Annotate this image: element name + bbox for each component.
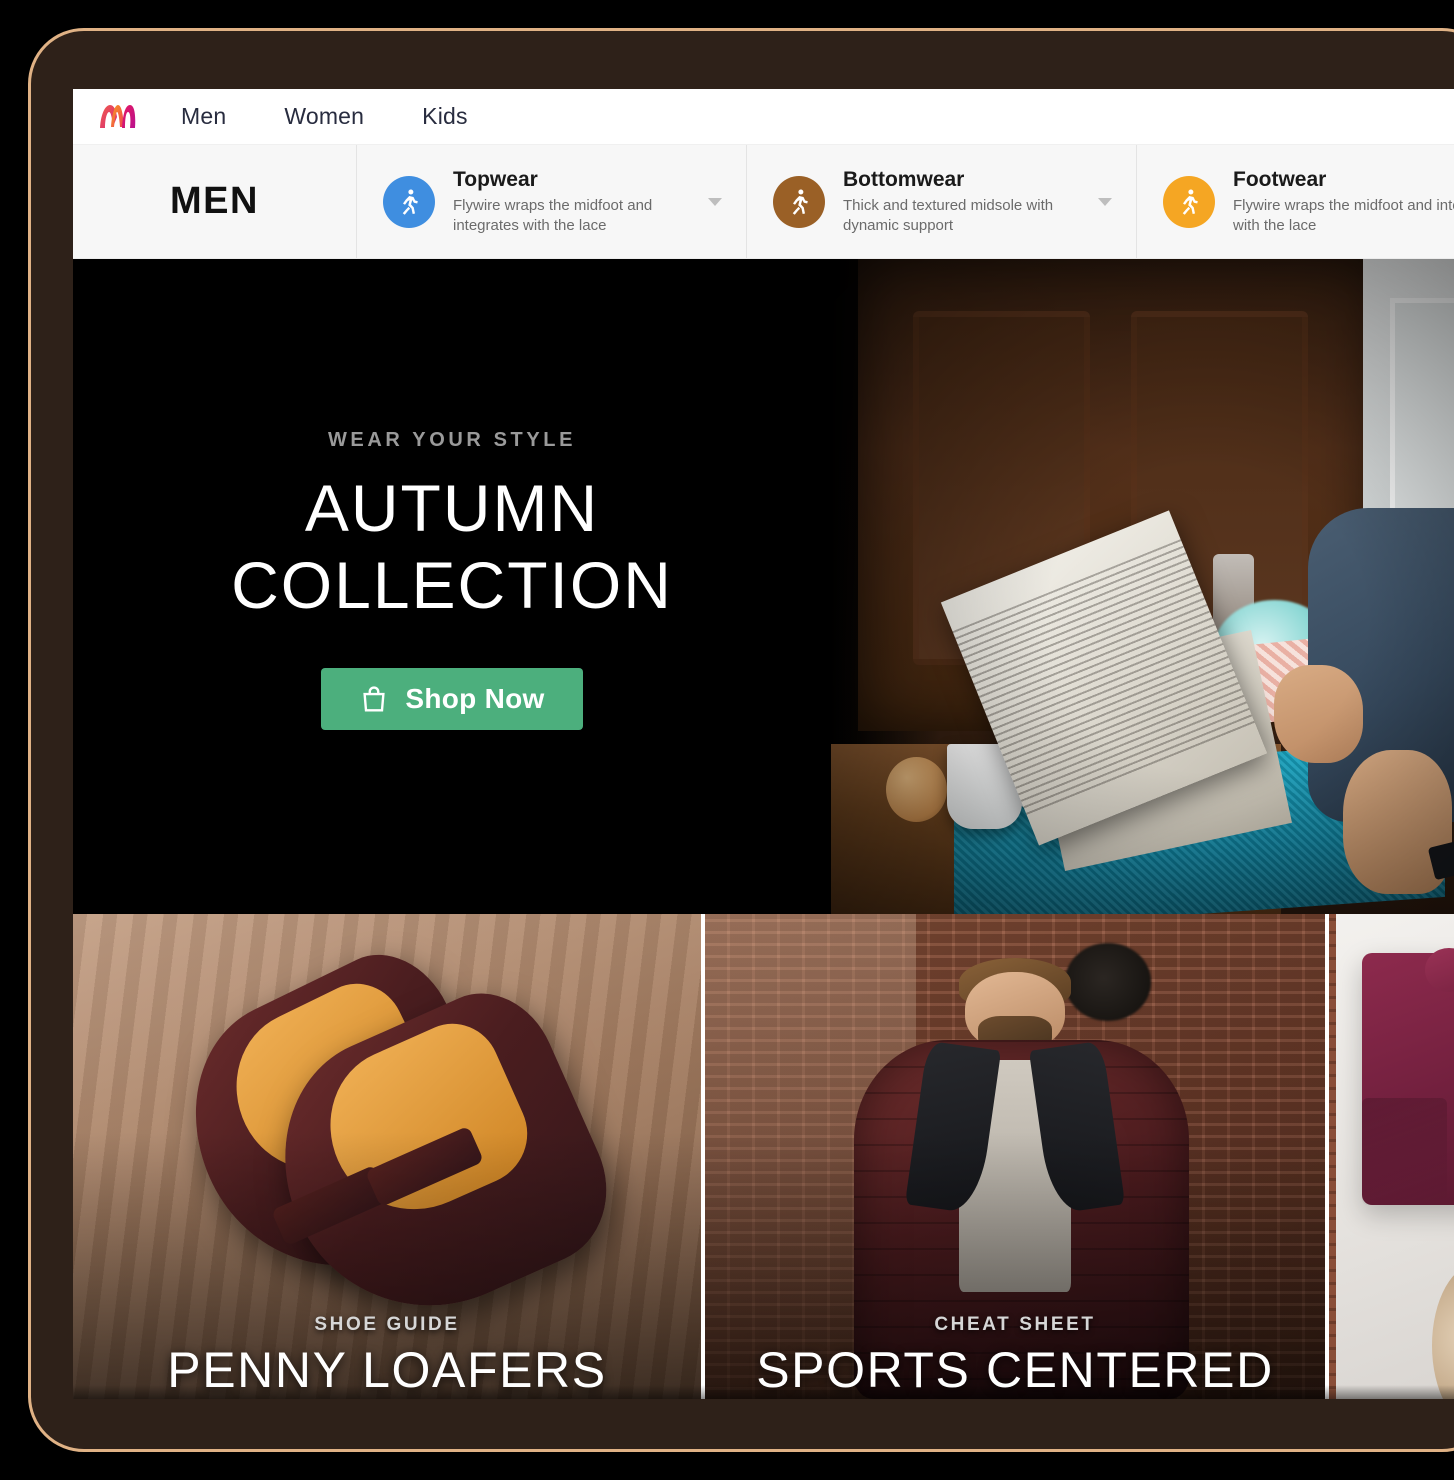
device-frame: Men Women Kids MEN Topwear Flywire wraps… (28, 28, 1454, 1452)
chevron-down-icon[interactable] (702, 192, 728, 212)
chevron-down-icon[interactable] (1092, 192, 1118, 212)
page-title: MEN (170, 180, 259, 222)
shop-now-label: Shop Now (405, 682, 545, 714)
promo-caption: SHOE GUIDE PENNY LOAFERS (73, 1314, 701, 1399)
promo-caption: CHEAT SHEET SPORTS CENTERED (705, 1314, 1325, 1399)
category-card-name: Footwear (1233, 167, 1327, 191)
nav-link-kids[interactable]: Kids (422, 103, 468, 130)
category-bar: MEN Topwear Flywire wraps the midfoot an… (73, 145, 1454, 259)
promo-eyebrow: CHEAT SHEET (934, 1314, 1096, 1335)
category-card-footwear[interactable]: Footwear Flywire wraps the midfoot and i… (1137, 145, 1454, 258)
hero-photo (831, 259, 1454, 914)
promo-title: SPORTS CENTERED (756, 1342, 1274, 1398)
nav-link-women[interactable]: Women (284, 103, 364, 130)
browser-screen: Men Women Kids MEN Topwear Flywire wraps… (73, 89, 1454, 1399)
category-card-text: Bottomwear Thick and textured midsole wi… (843, 167, 1086, 237)
promo-card-sports-centered[interactable]: CHEAT SHEET SPORTS CENTERED (705, 914, 1325, 1399)
hero-title-line-1: AUTUMN (304, 471, 600, 546)
category-card-text: Footwear Flywire wraps the midfoot and i… (1233, 167, 1454, 237)
promo-card-penny-loafers[interactable]: SHOE GUIDE PENNY LOAFERS (73, 914, 701, 1399)
promo-title: PENNY LOAFERS (167, 1342, 607, 1398)
hero-banner: WEAR YOUR STYLE AUTUMN COLLECTION Shop N… (73, 259, 1454, 914)
shopping-bag-icon (363, 685, 386, 711)
hero-title-line-2: COLLECTION (231, 548, 673, 622)
top-navigation-bar: Men Women Kids (73, 89, 1454, 145)
brick-edge-shape (1329, 914, 1337, 1399)
category-card-text: Topwear Flywire wraps the midfoot and in… (453, 167, 696, 237)
promo-cards-row: SHOE GUIDE PENNY LOAFERS CHEAT SHEET SPO… (73, 914, 1454, 1399)
wall-sconce-shape (1064, 943, 1152, 1021)
walking-person-icon (383, 175, 435, 228)
hero-copy-panel: WEAR YOUR STYLE AUTUMN COLLECTION Shop N… (73, 259, 831, 914)
walking-person-icon (773, 175, 825, 228)
category-card-name: Bottomwear (843, 167, 965, 191)
category-card-description: Flywire wraps the midfoot and integrates… (1233, 196, 1454, 235)
promo-card-sweater-flatlay[interactable] (1329, 914, 1454, 1399)
category-card-topwear[interactable]: Topwear Flywire wraps the midfoot and in… (357, 145, 747, 258)
hero-title: AUTUMN COLLECTION (231, 470, 673, 623)
category-card-name: Topwear (453, 167, 538, 191)
category-card-description: Thick and textured midsole with dynamic … (843, 196, 1054, 235)
sweater-fold-shape (1362, 1098, 1447, 1205)
category-card-bottomwear[interactable]: Bottomwear Thick and textured midsole wi… (747, 145, 1137, 258)
nav-link-men[interactable]: Men (181, 103, 226, 130)
myntra-m-logo-icon[interactable] (95, 100, 139, 134)
promo-eyebrow: SHOE GUIDE (314, 1314, 460, 1335)
category-title-cell: MEN (73, 145, 357, 258)
shop-now-button[interactable]: Shop Now (321, 667, 583, 730)
walking-person-icon (1163, 175, 1215, 228)
category-card-description: Flywire wraps the midfoot and integrates… (453, 196, 653, 235)
hero-eyebrow: WEAR YOUR STYLE (327, 429, 577, 452)
